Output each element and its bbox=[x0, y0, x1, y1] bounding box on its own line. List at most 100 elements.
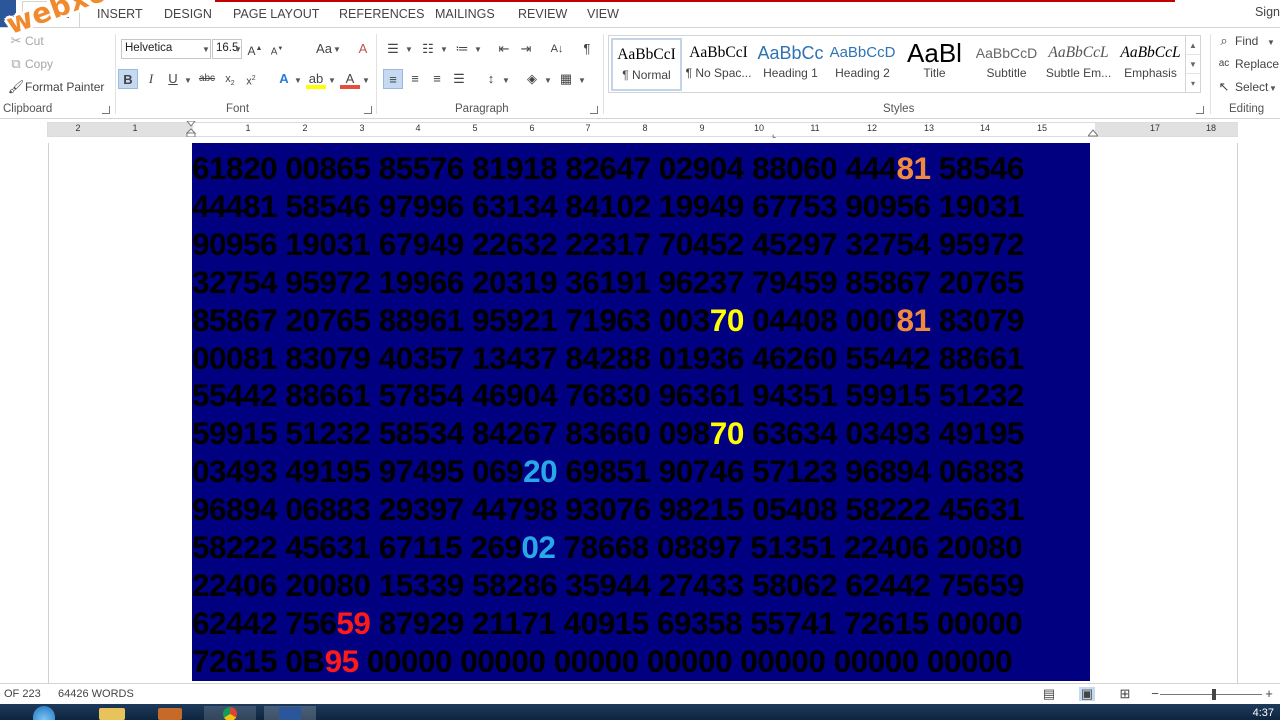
number-text: 58222 45631 67115 269 bbox=[192, 529, 522, 565]
line-spacing-icon[interactable]: ↕ bbox=[481, 69, 501, 89]
more-styles-icon[interactable]: ▾ bbox=[1186, 74, 1200, 93]
file-explorer-icon[interactable] bbox=[86, 706, 138, 720]
number-row[interactable]: 90956 19031 67949 22632 22317 70452 4529… bbox=[192, 225, 1090, 263]
scroll-up-icon[interactable]: ▲ bbox=[1186, 36, 1200, 55]
grow-font-icon[interactable]: A▲ bbox=[245, 39, 265, 59]
page-left-edge bbox=[48, 143, 49, 683]
document-canvas[interactable]: 61820 00865 85576 81918 82647 02904 8806… bbox=[0, 143, 1280, 683]
style-name: Title bbox=[923, 66, 946, 80]
justify-icon[interactable]: ☰ bbox=[449, 69, 469, 89]
number-row[interactable]: 58222 45631 67115 26902 78668 08897 5135… bbox=[192, 528, 1090, 566]
number-row[interactable]: 62442 75659 87929 21171 40915 69358 5574… bbox=[192, 604, 1090, 642]
shrink-font-icon[interactable]: A▼ bbox=[267, 39, 287, 59]
web-layout-icon[interactable]: ⊞ bbox=[1117, 687, 1133, 701]
chrome-icon[interactable] bbox=[204, 706, 256, 720]
sort-icon[interactable]: A↓ bbox=[547, 39, 567, 59]
style-title[interactable]: AaBl Title bbox=[899, 38, 970, 91]
clear-formatting-icon[interactable]: A bbox=[353, 39, 373, 59]
superscript-button[interactable]: x2 bbox=[241, 69, 261, 89]
sign-in-link[interactable]: Sign bbox=[1255, 5, 1280, 19]
number-row[interactable]: 72615 0B95 00000 00000 00000 00000 00000… bbox=[192, 642, 1090, 680]
font-family-select[interactable]: Helvetica bbox=[121, 39, 211, 59]
bullets-icon[interactable]: ☰ bbox=[383, 39, 403, 59]
horizontal-ruler[interactable]: 2 1 1 2 3 4 5 6 7 8 9 10 11 12 13 14 15 17 18 bbox=[47, 122, 1238, 137]
text-effects-icon[interactable]: A bbox=[274, 69, 294, 89]
style-subtle-emphasis[interactable]: AaBbCcL Subtle Em... bbox=[1043, 38, 1114, 91]
highlighter-icon[interactable]: ab bbox=[306, 69, 326, 89]
bold-button[interactable]: B bbox=[118, 69, 138, 89]
style-emphasis[interactable]: AaBbCcL Emphasis bbox=[1115, 38, 1186, 91]
number-row[interactable]: 59915 51232 58534 84267 83660 09870 6363… bbox=[192, 414, 1090, 452]
replace-button[interactable]: Replace bbox=[1235, 57, 1279, 71]
tab-view[interactable]: VIEW bbox=[587, 7, 619, 21]
underline-button[interactable]: U bbox=[163, 69, 183, 89]
number-row[interactable]: 44481 58546 97996 63134 84102 19949 6775… bbox=[192, 187, 1090, 225]
word-app-icon[interactable] bbox=[264, 706, 316, 720]
style-subtitle[interactable]: AaBbCcD Subtitle bbox=[971, 38, 1042, 91]
print-layout-icon[interactable]: ▣ bbox=[1079, 687, 1095, 701]
format-painter-button[interactable]: Format Painter bbox=[25, 80, 104, 94]
decrease-indent-icon[interactable]: ⇤ bbox=[494, 39, 514, 59]
zoom-in-icon[interactable]: + bbox=[1261, 687, 1277, 701]
ruler-tick-label: 2 bbox=[302, 123, 308, 133]
borders-icon[interactable]: ▦ bbox=[556, 69, 576, 89]
number-row[interactable]: 32754 95972 19966 20319 36191 96237 7945… bbox=[192, 263, 1090, 301]
number-row[interactable]: 61820 00865 85576 81918 82647 02904 8806… bbox=[192, 149, 1090, 187]
highlighted-number: 02 bbox=[521, 529, 556, 565]
number-grid[interactable]: 61820 00865 85576 81918 82647 02904 8806… bbox=[192, 143, 1090, 681]
style-heading-1[interactable]: AaBbCc Heading 1 bbox=[755, 38, 826, 91]
style-heading-2[interactable]: AaBbCcD Heading 2 bbox=[827, 38, 898, 91]
tab-references[interactable]: REFERENCES bbox=[339, 7, 424, 21]
group-divider bbox=[115, 34, 116, 114]
tab-insert[interactable]: INSERT bbox=[97, 7, 143, 21]
font-color-icon[interactable]: A bbox=[340, 69, 360, 89]
number-row[interactable]: 85867 20765 88961 95921 71963 00370 0440… bbox=[192, 301, 1090, 339]
right-indent-marker[interactable] bbox=[1088, 127, 1098, 143]
numbering-icon[interactable]: ☷ bbox=[418, 39, 438, 59]
pilcrow-icon[interactable]: ¶ bbox=[577, 39, 597, 59]
strikethrough-button[interactable]: abc bbox=[197, 69, 217, 89]
editing-group-label: Editing bbox=[1229, 103, 1265, 115]
copy-button[interactable]: Copy bbox=[25, 57, 53, 71]
shading-icon[interactable]: ◈ bbox=[522, 69, 542, 89]
multilevel-list-icon[interactable]: ≔ bbox=[452, 39, 472, 59]
tab-mailings[interactable]: MAILINGS bbox=[435, 7, 495, 21]
word-count[interactable]: 64426 WORDS bbox=[58, 688, 134, 700]
cut-button[interactable]: Cut bbox=[25, 34, 44, 48]
number-row[interactable]: 22406 20080 15339 58286 35944 27433 5806… bbox=[192, 566, 1090, 604]
tab-design[interactable]: DESIGN bbox=[164, 7, 212, 21]
left-indent-marker[interactable] bbox=[186, 121, 196, 137]
number-row[interactable]: 96894 06883 29397 44798 93076 98215 0540… bbox=[192, 490, 1090, 528]
clipboard-launcher-icon[interactable] bbox=[102, 106, 110, 114]
zoom-slider-thumb[interactable] bbox=[1212, 689, 1216, 700]
align-right-icon[interactable]: ≡ bbox=[427, 69, 447, 89]
tab-review[interactable]: REVIEW bbox=[518, 7, 567, 21]
find-button[interactable]: Find bbox=[1235, 34, 1258, 48]
subscript-button[interactable]: x2 bbox=[220, 69, 240, 89]
italic-button[interactable]: I bbox=[141, 69, 161, 89]
number-row[interactable]: 55442 88661 57854 46904 76830 96361 9435… bbox=[192, 376, 1090, 414]
media-player-icon[interactable] bbox=[144, 706, 196, 720]
align-center-icon[interactable]: ≡ bbox=[405, 69, 425, 89]
tab-stop-marker[interactable]: ⌞ bbox=[772, 129, 776, 140]
increase-indent-icon[interactable]: ⇥ bbox=[516, 39, 536, 59]
scroll-down-icon[interactable]: ▼ bbox=[1186, 55, 1200, 74]
style-normal[interactable]: AaBbCcI ¶ Normal bbox=[611, 38, 682, 91]
styles-gallery-scroll[interactable]: ▲ ▼ ▾ bbox=[1186, 35, 1201, 93]
zoom-slider[interactable] bbox=[1160, 694, 1262, 695]
chevron-down-icon: ▼ bbox=[502, 76, 510, 85]
paragraph-launcher-icon[interactable] bbox=[590, 106, 598, 114]
number-row[interactable]: 03493 49195 97495 06920 69851 90746 5712… bbox=[192, 452, 1090, 490]
number-row[interactable]: 00081 83079 40357 13437 84288 01936 4626… bbox=[192, 339, 1090, 377]
font-launcher-icon[interactable] bbox=[364, 106, 372, 114]
read-mode-icon[interactable]: ▤ bbox=[1041, 687, 1057, 701]
page-count[interactable]: OF 223 bbox=[4, 688, 41, 700]
tab-page-layout[interactable]: PAGE LAYOUT bbox=[233, 7, 319, 21]
chevron-down-icon: ▼ bbox=[294, 76, 302, 85]
align-left-icon[interactable]: ≡ bbox=[383, 69, 403, 89]
select-button[interactable]: Select bbox=[1235, 80, 1268, 94]
styles-launcher-icon[interactable] bbox=[1196, 106, 1204, 114]
start-button-icon[interactable] bbox=[24, 706, 64, 720]
chevron-down-icon: ▼ bbox=[474, 45, 482, 54]
style-no-spacing[interactable]: AaBbCcI ¶ No Spac... bbox=[683, 38, 754, 91]
